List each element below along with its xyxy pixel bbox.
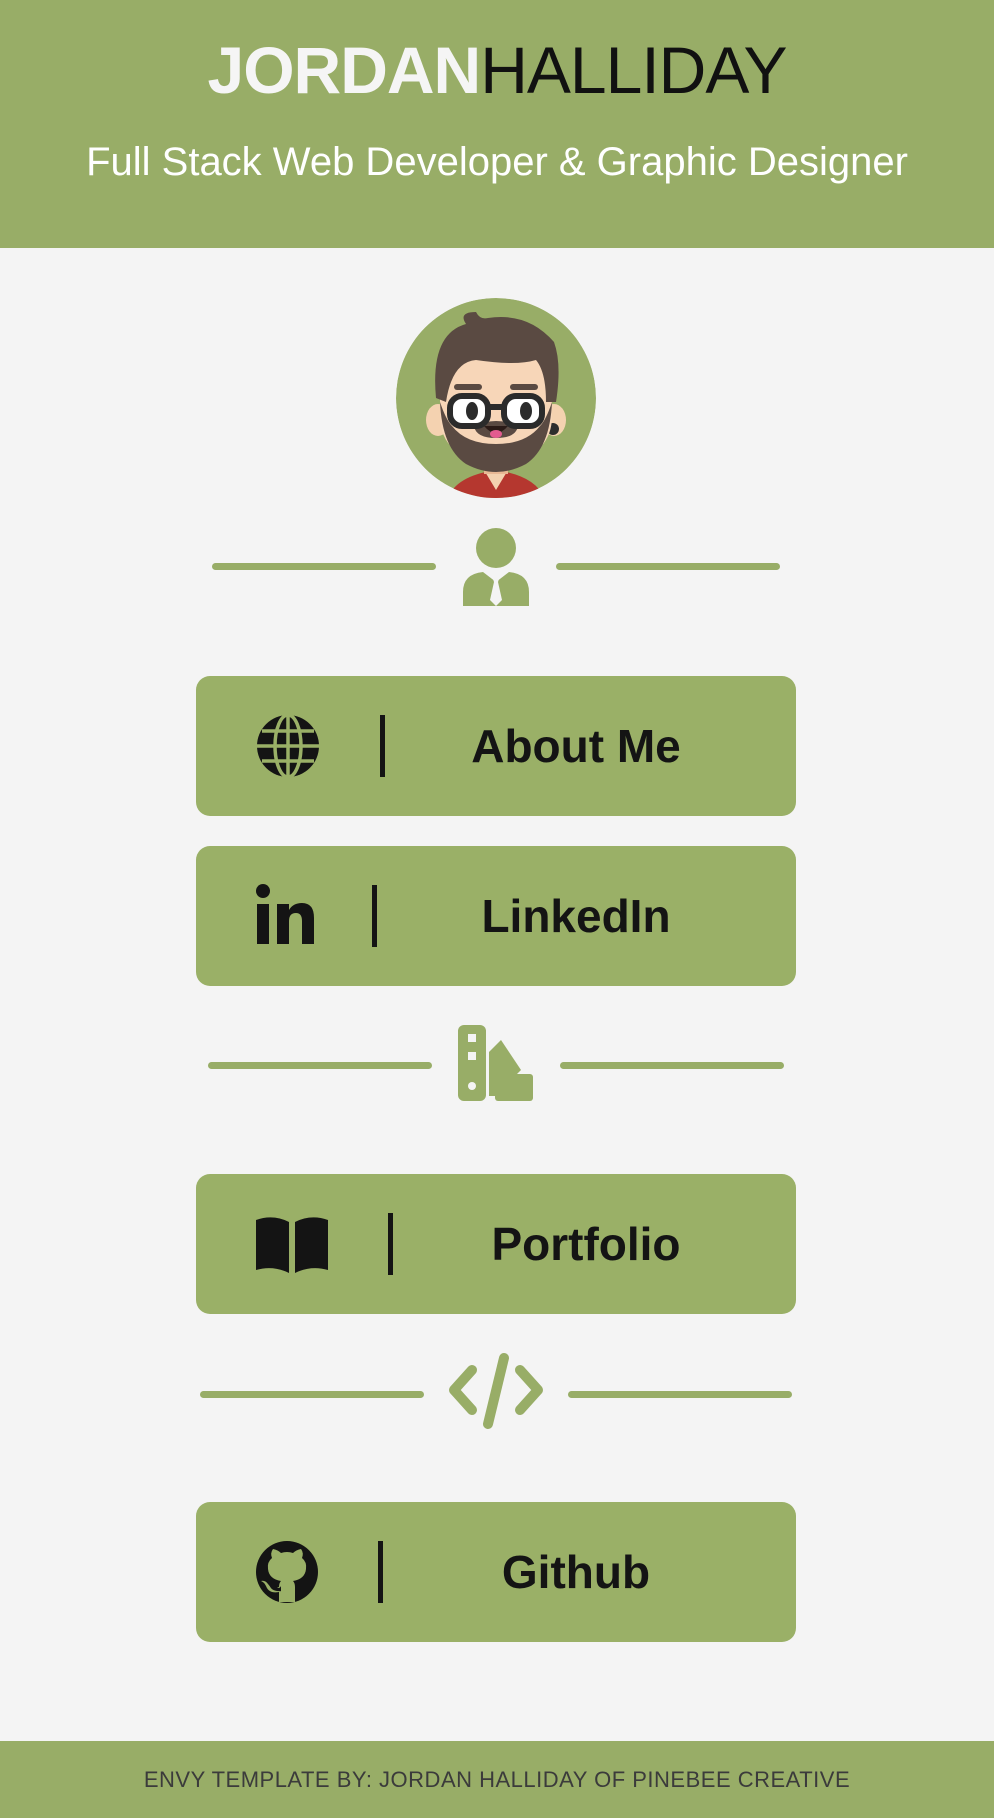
about-me-label: About Me [471, 720, 681, 772]
book-open-icon [255, 1216, 329, 1279]
brand-last-name: HALLIDAY [480, 33, 787, 107]
linkedin-button[interactable]: LinkedIn [196, 846, 796, 986]
site-footer: ENVY TEMPLATE BY: JORDAN HALLIDAY OF PIN… [0, 1741, 994, 1818]
user-tie-icon [461, 526, 531, 611]
divider-line-left [208, 1062, 432, 1069]
linkedin-label: LinkedIn [481, 890, 671, 942]
github-button[interactable]: Github [196, 1502, 796, 1642]
divider-line-left [212, 563, 436, 570]
swatchbook-icon [457, 1024, 535, 1107]
linkedin-icon [255, 884, 315, 951]
bearded-developer-avatar-icon [396, 298, 596, 498]
site-brand: JORDANHALLIDAY [0, 30, 994, 110]
divider-line-left [200, 1391, 424, 1398]
github-icon [255, 1540, 319, 1609]
section-divider-profile [0, 522, 994, 612]
footer-credit[interactable]: ENVY TEMPLATE BY: JORDAN HALLIDAY OF PIN… [0, 1741, 994, 1818]
globe-icon [255, 713, 321, 784]
brand-first-name: JORDAN [207, 33, 482, 107]
button-separator [380, 715, 385, 777]
section-divider-design [0, 1020, 994, 1110]
portfolio-button[interactable]: Portfolio [196, 1174, 796, 1314]
divider-line-right [568, 1391, 792, 1398]
button-separator [378, 1541, 383, 1603]
button-separator [388, 1213, 393, 1275]
code-icon [448, 1352, 544, 1435]
divider-line-right [556, 563, 780, 570]
section-divider-code [0, 1346, 994, 1436]
button-separator [372, 885, 377, 947]
avatar [396, 298, 596, 498]
github-label: Github [501, 1546, 651, 1598]
divider-line-right [560, 1062, 784, 1069]
tagline: Full Stack Web Developer & Graphic Desig… [86, 140, 908, 184]
portfolio-label: Portfolio [491, 1218, 681, 1270]
site-header: JORDANHALLIDAY Full Stack Web Developer … [0, 0, 994, 248]
about-me-button[interactable]: About Me [196, 676, 796, 816]
